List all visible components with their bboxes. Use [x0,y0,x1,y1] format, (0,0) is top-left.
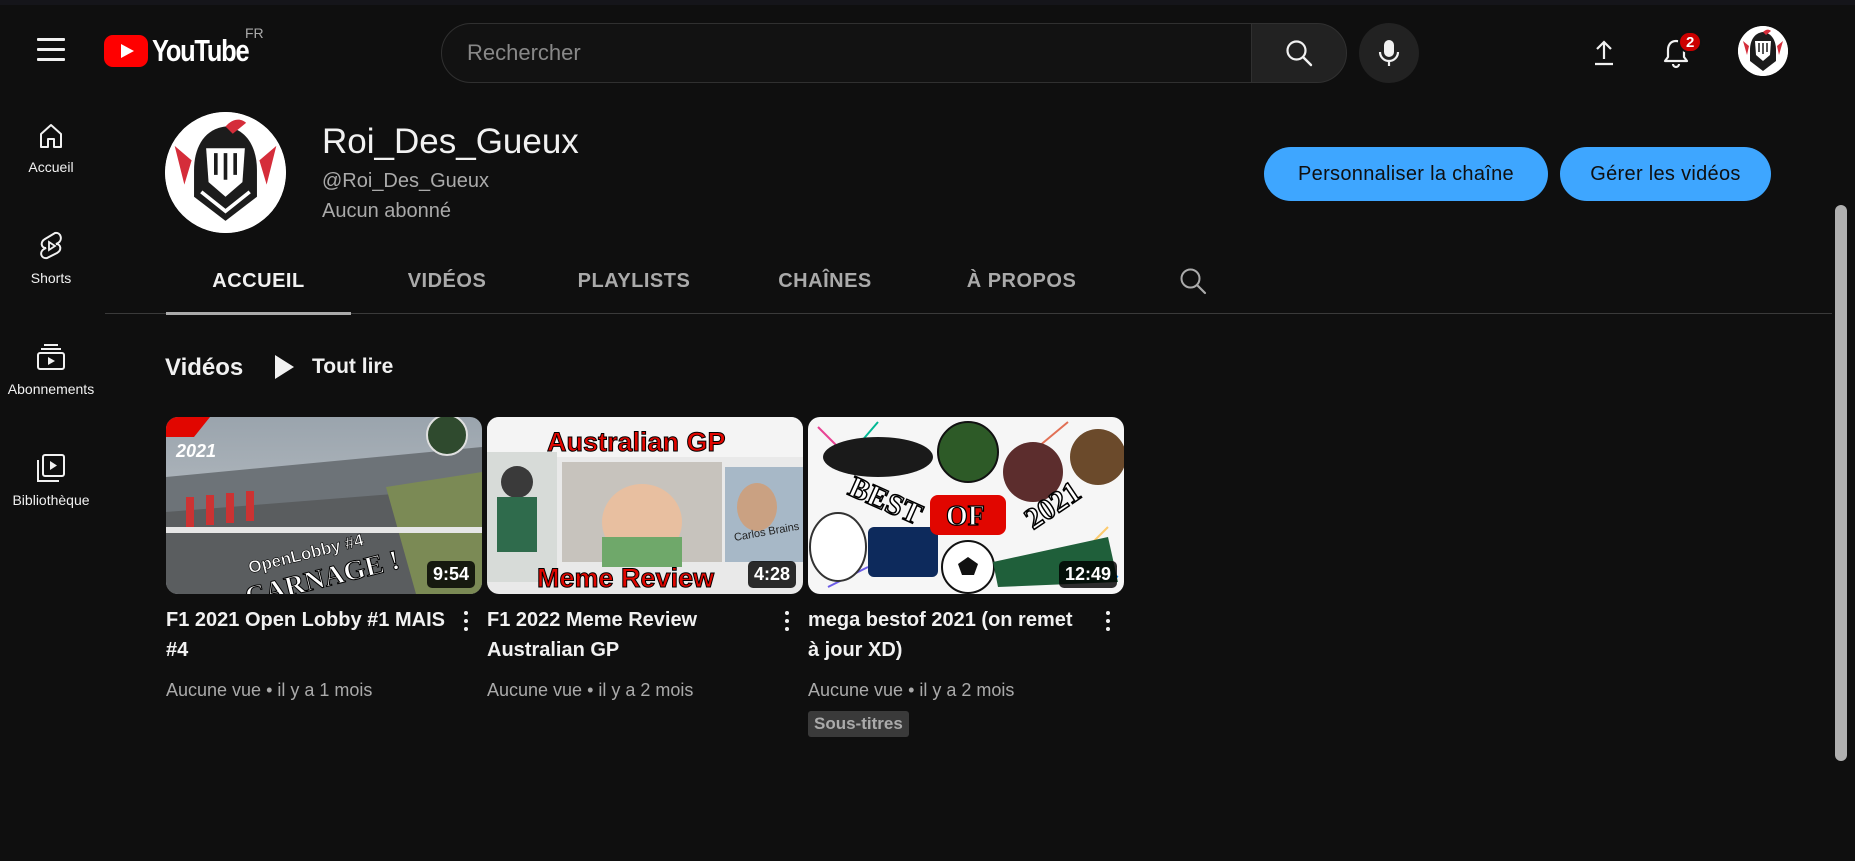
upload-icon [1595,40,1613,66]
channel-search-button[interactable] [1173,261,1213,301]
play-all-label: Tout lire [312,355,394,378]
sidebar-item-label: Bibliothèque [12,492,90,508]
menu-icon[interactable] [30,28,72,70]
more-actions-icon[interactable] [777,607,797,635]
tab-playlists[interactable]: PLAYLISTS [560,248,708,314]
video-title[interactable]: F1 2022 Meme Review Australian GP [487,605,767,665]
home-icon [40,124,62,148]
notification-count-badge: 2 [1678,31,1703,53]
video-card: 2021 OpenLobby #4 CARNAGE ! 9:54 F1 2021… [166,417,482,700]
channel-avatar [165,112,286,233]
tab-home[interactable]: ACCUEIL [166,248,351,315]
more-actions-icon[interactable] [1098,607,1118,635]
search-box [441,23,1347,83]
video-duration: 4:28 [747,561,796,588]
top-bar: YouTube FR 2 [0,5,1855,91]
manage-videos-button[interactable]: Gérer les vidéos [1560,147,1771,201]
sidebar-item-subscriptions[interactable]: Abonnements [0,313,102,409]
video-card: Australian GP Meme Review Carlos Brains … [487,417,803,700]
video-thumbnail[interactable]: Australian GP Meme Review Carlos Brains … [487,417,803,594]
upload-age: il y a 1 mois [277,680,373,700]
microphone-icon [1378,40,1400,66]
play-all-button[interactable]: Tout lire [270,350,393,384]
play-icon [275,355,294,379]
view-count: Aucune vue [166,680,262,700]
tab-about[interactable]: À PROPOS [945,248,1098,314]
search-icon [1286,40,1313,67]
video-title[interactable]: F1 2021 Open Lobby #1 MAIS #4 [166,605,446,665]
video-thumbnail[interactable]: 2021 OpenLobby #4 CARNAGE ! 9:54 [166,417,482,594]
channel-tabs: ACCUEIL VIDÉOS PLAYLISTS CHAÎNES À PROPO… [105,248,1832,315]
account-avatar[interactable] [1738,26,1788,76]
region-code: FR [245,25,264,41]
notifications-button[interactable]: 2 [1652,29,1703,77]
sidebar-item-label: Abonnements [7,381,95,397]
knight-helmet-icon [165,112,286,233]
library-icon [37,454,65,482]
search-input[interactable] [441,23,1252,83]
upload-age: il y a 2 mois [919,680,1015,700]
thumb-gp-text: Australian GP [547,427,726,457]
video-thumbnail[interactable]: BEST OF 2021 12:49 [808,417,1124,594]
view-count: Aucune vue [487,680,583,700]
logo-text: YouTube [152,33,250,68]
upload-age: il y a 2 mois [598,680,694,700]
video-meta: Aucune vue • il y a 2 mois [808,680,1015,700]
video-card: BEST OF 2021 12:49 mega bestof 2021 (on … [808,417,1124,737]
thumb-meme-text: Meme Review [537,563,715,593]
customize-channel-button[interactable]: Personnaliser la chaîne [1264,147,1548,201]
channel-name: Roi_Des_Gueux [322,122,579,161]
thumb-of-text: OF [946,501,985,532]
tab-channels[interactable]: CHAÎNES [760,248,890,314]
video-duration: 9:54 [426,561,475,588]
tab-videos[interactable]: VIDÉOS [391,248,503,314]
video-title[interactable]: mega bestof 2021 (on remet à jour XD) [808,605,1088,665]
sidebar-item-label: Shorts [30,270,72,286]
page-scrollbar[interactable] [1835,205,1847,761]
subscriptions-icon [37,344,65,370]
upload-button[interactable] [1580,29,1628,77]
sidebar-item-home[interactable]: Accueil [0,91,102,187]
knight-helmet-icon [1738,26,1788,76]
sidebar-item-library[interactable]: Bibliothèque [0,424,102,520]
sidebar-item-label: Accueil [28,159,74,175]
video-meta: Aucune vue • il y a 2 mois [487,680,694,700]
subtitles-badge: Sous-titres [808,711,909,737]
subscriber-count: Aucun abonné [322,200,452,222]
search-icon [1180,268,1207,295]
video-duration: 12:49 [1058,561,1117,588]
voice-search-button[interactable] [1359,23,1419,83]
thumb-year-text: 2021 [175,441,216,461]
search-button[interactable] [1251,23,1347,83]
view-count: Aucune vue [808,680,904,700]
youtube-play-icon [104,35,148,67]
more-actions-icon[interactable] [456,607,476,635]
channel-handle: @Roi_Des_Gueux [322,170,490,192]
video-meta: Aucune vue • il y a 1 mois [166,680,373,700]
shorts-icon [40,231,62,260]
section-title: Vidéos [165,354,244,381]
sidebar-item-shorts[interactable]: Shorts [0,202,102,298]
